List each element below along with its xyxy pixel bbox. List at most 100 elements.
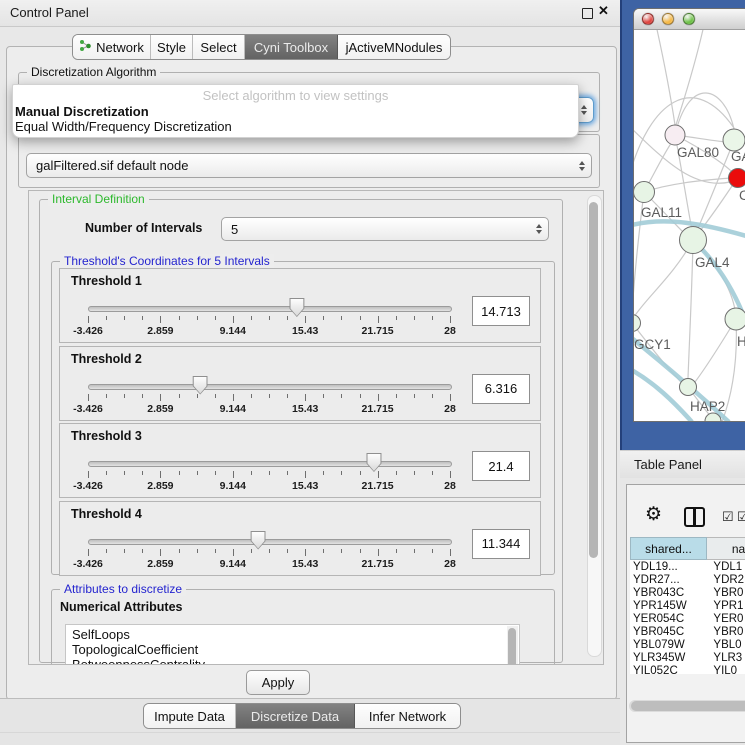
- algorithm-hint-option[interactable]: Select algorithm to view settings: [13, 88, 578, 103]
- network-node[interactable]: [723, 129, 745, 151]
- tick-mark: [341, 316, 342, 320]
- table-horizontal-scrollbar[interactable]: [629, 700, 745, 712]
- number-of-intervals-combo[interactable]: 5: [221, 217, 549, 241]
- attributes-list-scrollbar[interactable]: [507, 626, 518, 665]
- tab-impute-data[interactable]: Impute Data: [144, 704, 236, 728]
- table-panel-title: Table Panel: [634, 457, 702, 472]
- network-node[interactable]: [680, 379, 697, 396]
- slider-track[interactable]: [88, 306, 452, 312]
- cell-name: YER0: [703, 613, 745, 625]
- tab-label: Cyni Toolbox: [254, 40, 328, 55]
- threshold-value-field[interactable]: 21.4: [472, 451, 530, 481]
- minimize-traffic-light-icon[interactable]: [662, 13, 674, 25]
- tick-label: 28: [444, 403, 456, 415]
- thresholds-title: Threshold's Coordinates for 5 Intervals: [60, 254, 274, 268]
- slider-track[interactable]: [88, 539, 452, 545]
- column-header-name[interactable]: na: [707, 537, 745, 560]
- option-equal-width-frequency[interactable]: Equal Width/Frequency Discretization: [15, 119, 232, 134]
- tick-label: 9.144: [220, 325, 246, 337]
- tick-label: 15.43: [292, 403, 318, 415]
- cell-shared-name: YDL19...: [630, 561, 703, 573]
- tick-label: 2.859: [147, 325, 173, 337]
- checkbox-icon[interactable]: ☑: [722, 510, 734, 523]
- screen: Control Panel ✕ NetworkStyleSelectCyni T…: [0, 0, 745, 745]
- tab-label: jActiveMNodules: [346, 40, 443, 55]
- attribute-item-selfloops[interactable]: SelfLoops: [72, 627, 130, 642]
- table-panel-body: ⚙ ☑ ☑ shared... na YDL19...YDL1YDR27...Y…: [620, 478, 745, 745]
- tab-label: Select: [200, 40, 236, 55]
- table-row[interactable]: YBR045CYBR0: [630, 625, 745, 638]
- tick-mark: [378, 394, 379, 401]
- table-row[interactable]: YBR043CYBR0: [630, 586, 745, 599]
- combo-stepper-icon: [536, 218, 542, 240]
- network-node[interactable]: [634, 315, 641, 332]
- float-window-icon[interactable]: [582, 8, 593, 19]
- tab-discretize-data[interactable]: Discretize Data: [236, 704, 355, 728]
- numerical-attributes-list[interactable]: SelfLoopsTopologicalCoefficientBetweenne…: [65, 624, 520, 665]
- slider-thumb[interactable]: [193, 376, 208, 395]
- apply-button[interactable]: Apply: [246, 670, 310, 695]
- tick-mark: [215, 316, 216, 320]
- tab-network[interactable]: Network: [73, 35, 151, 59]
- column-header-shared-name[interactable]: shared...: [630, 537, 707, 560]
- table-row[interactable]: YIL052CYIL0: [630, 664, 745, 674]
- settings-vertical-scrollbar[interactable]: [587, 195, 602, 657]
- table-row[interactable]: YDR27...YDR2: [630, 573, 745, 586]
- network-node[interactable]: [725, 308, 745, 330]
- tick-mark: [378, 471, 379, 478]
- table-row[interactable]: YDL19...YDL1: [630, 560, 745, 573]
- cell-name: YBL0: [703, 639, 745, 651]
- tick-mark: [432, 549, 433, 553]
- threshold-value-field[interactable]: 14.713: [472, 296, 530, 326]
- gear-icon[interactable]: ⚙: [645, 505, 662, 524]
- slider-track[interactable]: [88, 384, 452, 390]
- table-row[interactable]: YPR145WYPR1: [630, 599, 745, 612]
- cell-shared-name: YIL052C: [630, 665, 703, 675]
- threshold-value-field[interactable]: 11.344: [472, 529, 530, 559]
- network-view-window[interactable]: GAL80GAGAL11CGAL4GCY1HHAP2: [633, 8, 745, 422]
- attribute-item-betweennesscentrality[interactable]: BetweennessCentrality: [72, 657, 205, 665]
- attribute-item-topologicalcoefficient[interactable]: TopologicalCoefficient: [72, 642, 198, 657]
- network-node[interactable]: [680, 227, 707, 254]
- table-data-combo[interactable]: galFiltered.sif default node: [26, 153, 592, 178]
- table-row[interactable]: YLR345WYLR3: [630, 651, 745, 664]
- close-traffic-light-icon[interactable]: [642, 13, 654, 25]
- checkbox-icon[interactable]: ☑: [737, 510, 745, 523]
- threshold-panel-3: Threshold 3-3.4262.8599.14415.4321.71528…: [59, 423, 541, 498]
- threshold-value-field[interactable]: 6.316: [472, 374, 530, 404]
- tick-mark: [432, 316, 433, 320]
- tick-mark: [360, 549, 361, 553]
- close-icon[interactable]: ✕: [598, 3, 609, 19]
- tab-cyni-toolbox[interactable]: Cyni Toolbox: [245, 35, 338, 59]
- slider-thumb[interactable]: [251, 531, 266, 550]
- table-row[interactable]: YBL079WYBL0: [630, 638, 745, 651]
- cell-shared-name: YBR045C: [630, 626, 703, 638]
- network-node[interactable]: [665, 125, 685, 145]
- split-columns-icon[interactable]: [684, 507, 705, 527]
- tick-mark: [450, 471, 451, 478]
- settings-scroll-area: Interval Definition Number of Intervals …: [28, 190, 604, 665]
- table-row[interactable]: YER054CYER0: [630, 612, 745, 625]
- tab-select[interactable]: Select: [193, 35, 245, 59]
- threshold-label: Threshold 2: [71, 352, 142, 366]
- cell-name: YBR0: [703, 626, 745, 638]
- tick-mark: [360, 471, 361, 475]
- table-data-value: galFiltered.sif default node: [36, 158, 188, 173]
- cell-shared-name: YBL079W: [630, 639, 703, 651]
- network-node[interactable]: [634, 182, 655, 203]
- zoom-traffic-light-icon[interactable]: [683, 13, 695, 25]
- cell-name: YLR3: [703, 652, 745, 664]
- attributes-title: Attributes to discretize: [60, 582, 186, 596]
- slider-track[interactable]: [88, 461, 452, 467]
- slider-thumb[interactable]: [289, 298, 304, 317]
- tab-infer-network[interactable]: Infer Network: [355, 704, 460, 728]
- network-canvas[interactable]: GAL80GAGAL11CGAL4GCY1HHAP2: [634, 30, 745, 422]
- tick-mark: [233, 316, 234, 323]
- network-node[interactable]: [729, 169, 745, 188]
- option-manual-discretization[interactable]: Manual Discretization: [15, 104, 149, 119]
- slider-thumb[interactable]: [366, 453, 381, 472]
- tick-label: 9.144: [220, 558, 246, 570]
- tab-style[interactable]: Style: [151, 35, 193, 59]
- tab-jactivemnodules[interactable]: jActiveMNodules: [338, 35, 450, 59]
- tick-mark: [88, 471, 89, 478]
